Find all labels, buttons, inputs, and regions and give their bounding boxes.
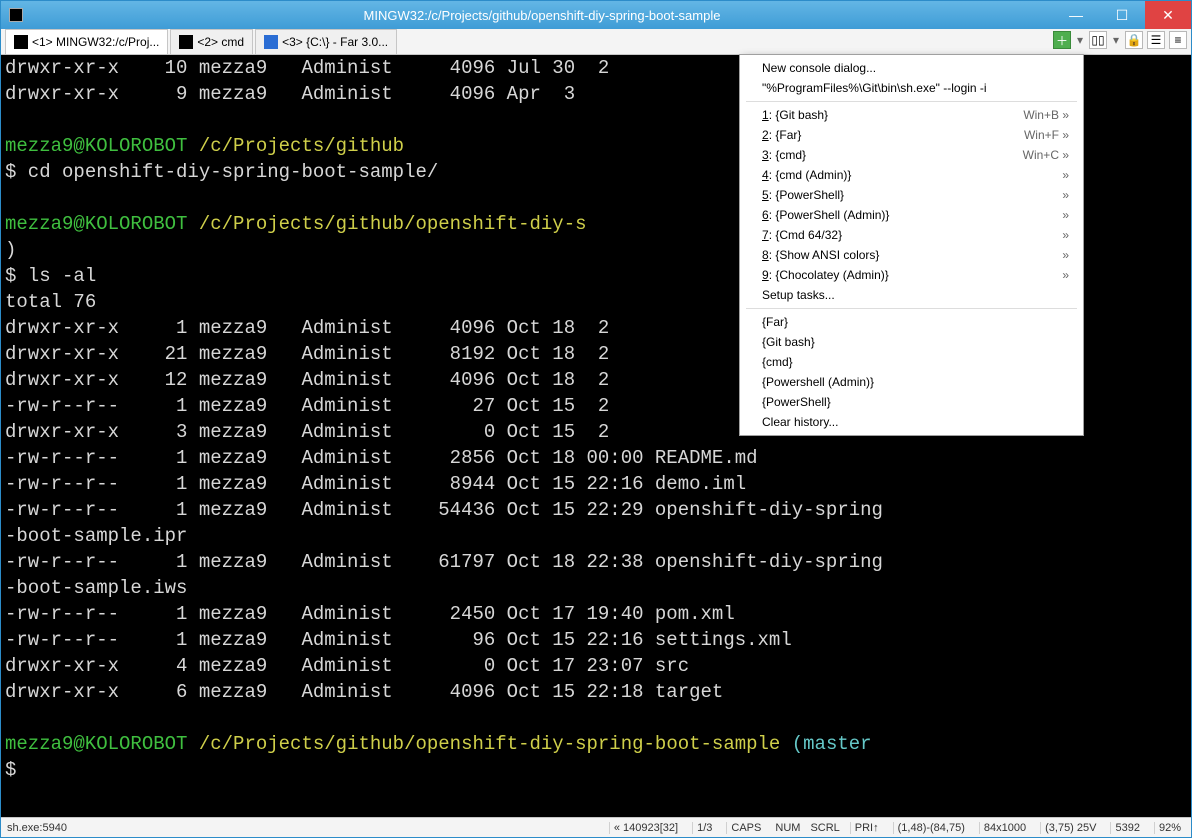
menu-task[interactable]: 9: {Chocolatey (Admin)}» bbox=[742, 265, 1081, 285]
menu-task[interactable]: 1: {Git bash}Win+B » bbox=[742, 105, 1081, 125]
split-button[interactable]: ▯▯ bbox=[1089, 31, 1107, 49]
status-mem: 5392 bbox=[1110, 822, 1143, 834]
status-scrl: SCRL bbox=[810, 822, 839, 834]
status-tabcount: 1/3 bbox=[692, 822, 716, 834]
layout-icon[interactable]: ☰ bbox=[1147, 31, 1165, 49]
menu-item[interactable]: New console dialog... bbox=[742, 58, 1081, 78]
status-build: « 140923[32] bbox=[609, 822, 682, 834]
lock-icon[interactable]: 🔒 bbox=[1125, 31, 1143, 49]
status-pct: 92% bbox=[1154, 822, 1185, 834]
maximize-button[interactable]: ☐ bbox=[1099, 1, 1145, 29]
status-size: 84x1000 bbox=[979, 822, 1030, 834]
minimize-button[interactable]: — bbox=[1053, 1, 1099, 29]
split-dropdown-icon[interactable]: ▾ bbox=[1111, 33, 1121, 47]
tab-1[interactable]: <2> cmd bbox=[170, 29, 253, 54]
status-pos: (1,48)-(84,75) bbox=[893, 822, 969, 834]
app-icon bbox=[9, 8, 23, 22]
titlebar[interactable]: MINGW32:/c/Projects/github/openshift-diy… bbox=[1, 1, 1191, 29]
tab-0[interactable]: <1> MINGW32:/c/Proj... bbox=[5, 29, 168, 54]
tabs-bar: <1> MINGW32:/c/Proj... <2> cmd <3> {C:\} -… bbox=[1, 29, 1191, 55]
status-process: sh.exe:5940 bbox=[7, 822, 67, 834]
status-bar: sh.exe:5940 « 140923[32] 1/3 CAPS NUM SC… bbox=[1, 817, 1191, 837]
menu-task[interactable]: 7: {Cmd 64/32}» bbox=[742, 225, 1081, 245]
status-pri: PRI↑ bbox=[850, 822, 883, 834]
menu-clear-history[interactable]: Clear history... bbox=[742, 412, 1081, 432]
new-tab-button[interactable]: ＋ bbox=[1053, 31, 1071, 49]
menu-task[interactable]: 3: {cmd}Win+C » bbox=[742, 145, 1081, 165]
menu-task[interactable]: 6: {PowerShell (Admin)}» bbox=[742, 205, 1081, 225]
new-tab-dropdown-icon[interactable]: ▾ bbox=[1075, 33, 1085, 47]
tab-icon bbox=[179, 35, 193, 49]
menu-setup-tasks[interactable]: Setup tasks... bbox=[742, 285, 1081, 305]
close-button[interactable]: ✕ bbox=[1145, 1, 1191, 29]
status-cursor: (3,75) 25V bbox=[1040, 822, 1100, 834]
tab-label: <3> {C:\} - Far 3.0... bbox=[282, 35, 388, 49]
status-num: NUM bbox=[775, 822, 800, 834]
tab-icon bbox=[14, 35, 28, 49]
menu-history-item[interactable]: {PowerShell} bbox=[742, 392, 1081, 412]
window-title: MINGW32:/c/Projects/github/openshift-diy… bbox=[31, 8, 1053, 23]
tab-2[interactable]: <3> {C:\} - Far 3.0... bbox=[255, 29, 397, 54]
menu-history-item[interactable]: {Far} bbox=[742, 312, 1081, 332]
menu-task[interactable]: 8: {Show ANSI colors}» bbox=[742, 245, 1081, 265]
menu-item[interactable]: "%ProgramFiles%\Git\bin\sh.exe" --login … bbox=[742, 78, 1081, 98]
menu-icon[interactable]: ≡ bbox=[1169, 31, 1187, 49]
menu-history-item[interactable]: {cmd} bbox=[742, 352, 1081, 372]
menu-history-item[interactable]: {Git bash} bbox=[742, 332, 1081, 352]
tab-label: <2> cmd bbox=[197, 35, 244, 49]
status-caps: CAPS bbox=[726, 822, 765, 834]
menu-task[interactable]: 4: {cmd (Admin)}» bbox=[742, 165, 1081, 185]
tab-icon bbox=[264, 35, 278, 49]
tab-label: <1> MINGW32:/c/Proj... bbox=[32, 35, 159, 49]
menu-task[interactable]: 5: {PowerShell}» bbox=[742, 185, 1081, 205]
menu-history-item[interactable]: {Powershell (Admin)} bbox=[742, 372, 1081, 392]
new-console-menu[interactable]: New console dialog..."%ProgramFiles%\Git… bbox=[739, 54, 1084, 436]
toolbar-right: ＋ ▾ ▯▯ ▾ 🔒 ☰ ≡ bbox=[1053, 31, 1187, 49]
menu-task[interactable]: 2: {Far}Win+F » bbox=[742, 125, 1081, 145]
